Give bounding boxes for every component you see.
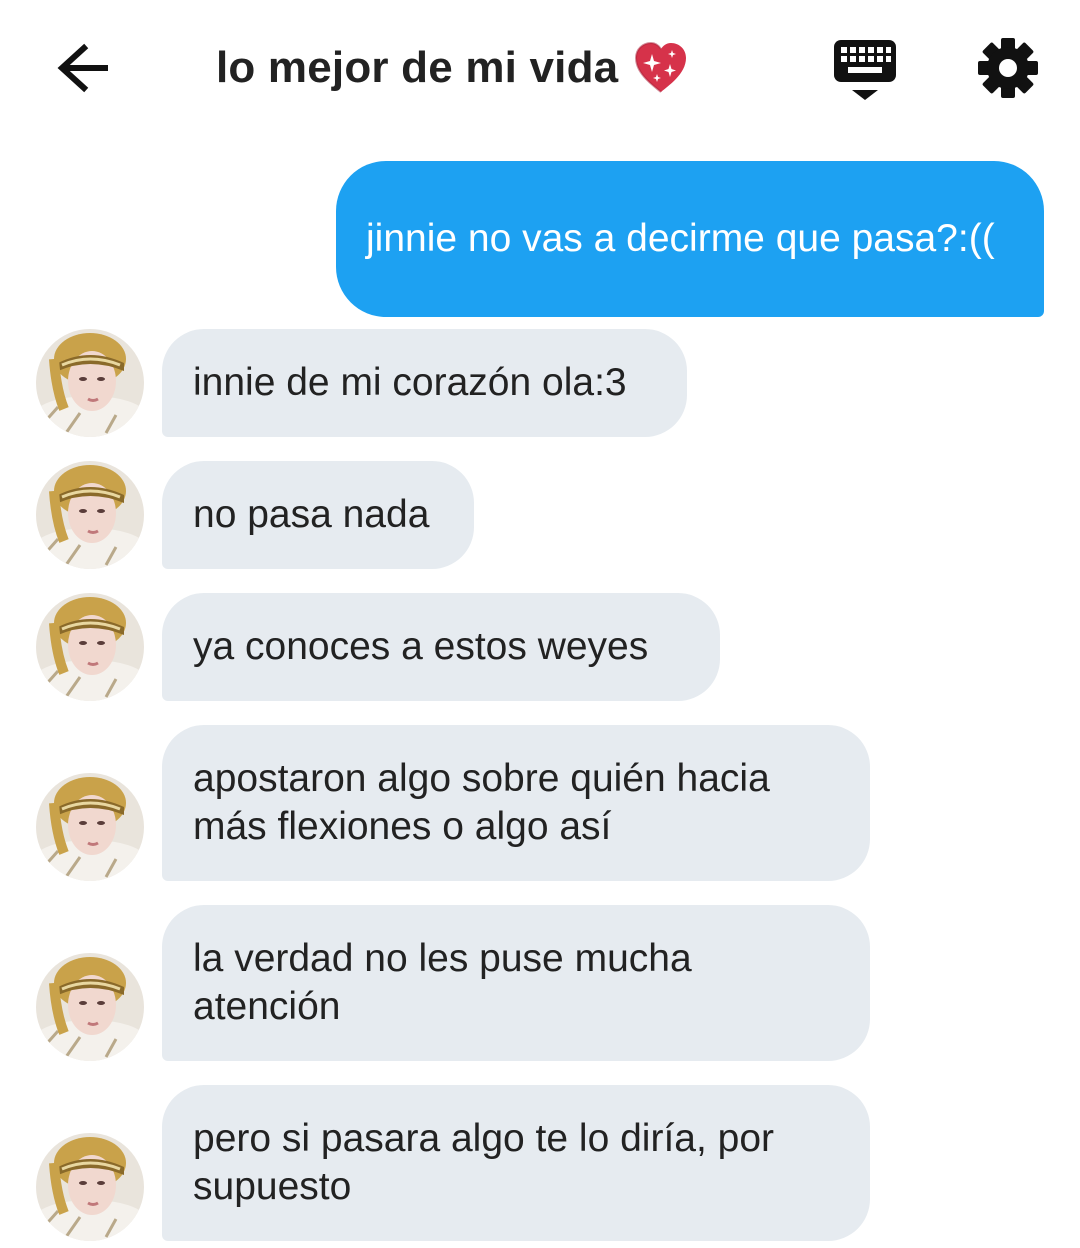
gear-icon	[978, 38, 1038, 98]
profile-photo	[36, 953, 144, 1061]
message-text: pero si pasara algo te lo diría, por sup…	[193, 1117, 775, 1208]
message-bubble-received[interactable]: no pasa nada	[162, 461, 474, 569]
profile-photo	[36, 461, 144, 569]
avatar[interactable]	[36, 329, 144, 437]
message-text: apostaron algo sobre quién hacia más fle…	[193, 757, 770, 848]
arrow-left-icon	[57, 43, 108, 93]
message-text: ya conoces a estos weyes	[193, 625, 649, 668]
chat-screen: lo mejor de mi vida jinnie no vas a deci…	[0, 0, 1080, 1248]
settings-button[interactable]	[976, 36, 1040, 100]
message-text: innie de mi corazón ola:3	[193, 361, 627, 404]
message-bubble-received[interactable]: ya conoces a estos weyes	[162, 593, 720, 701]
message-text: la verdad no les puse mucha atención	[193, 937, 692, 1028]
avatar[interactable]	[36, 773, 144, 881]
back-button[interactable]	[50, 40, 116, 96]
avatar[interactable]	[36, 953, 144, 1061]
sparkling-heart-icon	[635, 41, 687, 93]
avatar[interactable]	[36, 593, 144, 701]
avatar[interactable]	[36, 461, 144, 569]
chat-header: lo mejor de mi vida	[0, 0, 1080, 140]
profile-photo	[36, 329, 144, 437]
keyboard-icon	[834, 40, 896, 100]
message-bubble-received[interactable]: apostaron algo sobre quién hacia más fle…	[162, 725, 870, 881]
message-bubble-received[interactable]: pero si pasara algo te lo diría, por sup…	[162, 1085, 870, 1241]
keyboard-button[interactable]	[832, 38, 898, 104]
message-bubble-received[interactable]: innie de mi corazón ola:3	[162, 329, 687, 437]
profile-photo	[36, 593, 144, 701]
message-text: jinnie no vas a decirme que pasa?:((	[366, 217, 995, 260]
chat-title: lo mejor de mi vida	[216, 36, 690, 100]
message-text: no pasa nada	[193, 493, 430, 536]
message-bubble-sent[interactable]: jinnie no vas a decirme que pasa?:((	[336, 161, 1044, 317]
profile-photo	[36, 1133, 144, 1241]
chat-title-text: lo mejor de mi vida	[216, 43, 619, 92]
profile-photo	[36, 773, 144, 881]
message-bubble-received[interactable]: la verdad no les puse mucha atención	[162, 905, 870, 1061]
avatar[interactable]	[36, 1133, 144, 1241]
